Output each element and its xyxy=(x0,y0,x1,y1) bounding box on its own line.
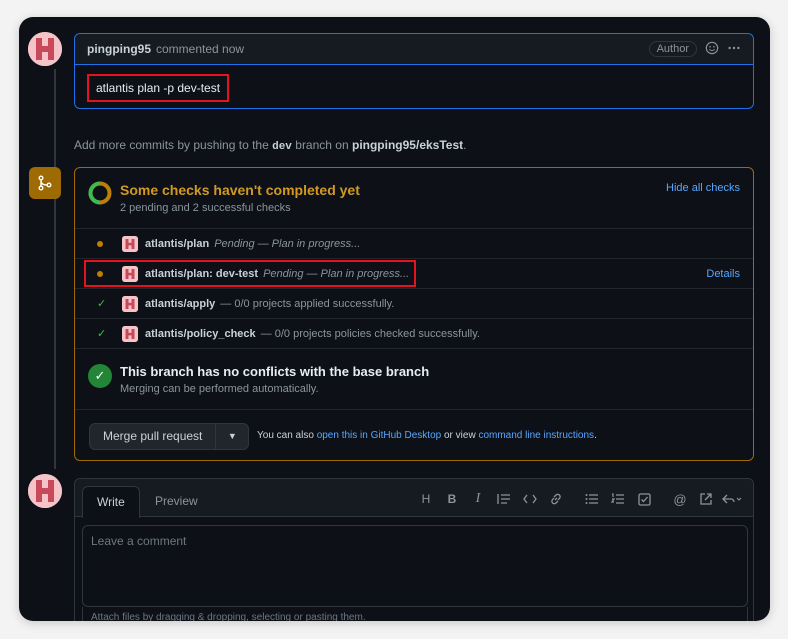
check-description: — 0/0 projects applied successfully. xyxy=(220,297,395,310)
check-icon: ✓ xyxy=(97,328,107,340)
code-icon[interactable] xyxy=(517,489,543,509)
markdown-toolbar: H B I @ xyxy=(413,489,745,509)
check-description: Pending — Plan in progress... xyxy=(214,237,361,250)
mention-icon[interactable]: @ xyxy=(667,489,693,509)
push-note-suffix: . xyxy=(463,138,467,152)
italic-icon[interactable]: I xyxy=(465,489,491,509)
checks-header: Some checks haven't completed yet 2 pend… xyxy=(75,168,753,229)
atlantis-app-icon xyxy=(122,235,138,252)
comment-text: atlantis plan -p dev-test xyxy=(87,74,230,102)
checks-title: Some checks haven't completed yet xyxy=(120,182,360,198)
checks-list: atlantis/plan Pending — Plan in progress.… xyxy=(75,229,753,349)
conflict-title: This branch has no conflicts with the ba… xyxy=(120,364,430,379)
check-row: ✓ atlantis/apply — 0/0 projects applied su… xyxy=(75,289,753,319)
check-name[interactable]: atlantis/apply xyxy=(145,298,215,310)
check-icon: ✓ xyxy=(97,298,107,310)
atlantis-app-icon xyxy=(122,295,138,312)
branch-name[interactable]: dev xyxy=(272,141,292,153)
merge-hint: You can also open this in GitHub Desktop… xyxy=(257,430,597,441)
push-note: Add more commits by pushing to the dev b… xyxy=(74,138,466,153)
merge-pull-request-button[interactable]: Merge pull request xyxy=(90,424,215,449)
cross-reference-icon[interactable] xyxy=(693,489,719,509)
open-in-desktop-link[interactable]: open this in GitHub Desktop xyxy=(317,430,442,441)
check-row: atlantis/plan Pending — Plan in progress.… xyxy=(75,229,753,259)
app-frame: pingping95 commented now Author atlantis… xyxy=(19,17,770,621)
tab-preview[interactable]: Preview xyxy=(141,486,212,518)
task-list-icon[interactable] xyxy=(631,489,657,509)
comment-tabbar: Write Preview H B I @ xyxy=(75,479,753,518)
git-merge-icon xyxy=(29,167,61,199)
comment-body: atlantis plan -p dev-test xyxy=(75,65,753,111)
timeline-line xyxy=(54,69,56,469)
commenter-avatar[interactable] xyxy=(28,32,62,66)
push-note-prefix: Add more commits by pushing to the xyxy=(74,138,269,152)
tab-write[interactable]: Write xyxy=(82,486,140,518)
ordered-list-icon[interactable] xyxy=(605,489,631,509)
kebab-menu-icon[interactable] xyxy=(727,41,741,58)
comment-timestamp[interactable]: commented now xyxy=(156,42,244,56)
heading-icon[interactable]: H xyxy=(413,489,439,509)
bold-icon[interactable]: B xyxy=(439,489,465,509)
merge-options-caret-icon[interactable]: ▼ xyxy=(215,424,248,449)
pending-dot-icon xyxy=(97,240,103,247)
attach-files-bar[interactable]: Attach files by dragging & dropping, sel… xyxy=(82,607,748,621)
conflict-subtitle: Merging can be performed automatically. xyxy=(120,383,319,395)
comment-header: pingping95 commented now Author xyxy=(75,34,753,65)
new-comment-box: Write Preview H B I @ Leave a comment At… xyxy=(74,478,754,621)
saved-reply-icon[interactable] xyxy=(719,489,745,509)
link-icon[interactable] xyxy=(543,489,569,509)
check-description: — 0/0 projects policies checked successf… xyxy=(260,327,480,340)
merge-hint-suffix: . xyxy=(594,430,597,441)
pending-dot-icon xyxy=(97,270,103,277)
merge-hint-middle: or view xyxy=(443,430,476,441)
check-row: atlantis/plan: dev-test Pending — Plan in… xyxy=(75,259,753,289)
check-name[interactable]: atlantis/plan xyxy=(145,238,209,250)
conflict-status: ✓ This branch has no conflicts with the … xyxy=(75,349,753,410)
hide-all-checks-link[interactable]: Hide all checks xyxy=(666,182,740,194)
atlantis-app-icon xyxy=(122,325,138,342)
merge-hint-prefix: You can also xyxy=(257,430,314,441)
atlantis-app-icon xyxy=(122,265,138,282)
checks-progress-ring-icon xyxy=(88,181,112,205)
check-name[interactable]: atlantis/policy_check xyxy=(145,328,256,340)
author-badge: Author xyxy=(648,41,697,57)
check-row: ✓ atlantis/policy_check — 0/0 projects pol… xyxy=(75,319,753,349)
merge-box: Some checks haven't completed yet 2 pend… xyxy=(74,167,754,461)
checks-subtitle: 2 pending and 2 successful checks xyxy=(120,202,291,214)
comment-textarea[interactable] xyxy=(82,525,748,607)
check-circle-icon: ✓ xyxy=(88,364,112,388)
check-description: Pending — Plan in progress... xyxy=(263,267,410,280)
unordered-list-icon[interactable] xyxy=(579,489,605,509)
quote-icon[interactable] xyxy=(491,489,517,509)
command-line-instructions-link[interactable]: command line instructions xyxy=(478,430,594,441)
check-details-link[interactable]: Details xyxy=(706,268,740,280)
repo-name[interactable]: pingping95/eksTest xyxy=(352,138,463,152)
comment-author[interactable]: pingping95 xyxy=(87,42,151,56)
push-note-middle: branch on xyxy=(295,138,349,152)
emoji-reaction-icon[interactable] xyxy=(705,41,719,58)
merge-action: Merge pull request ▼ You can also open t… xyxy=(75,410,753,462)
check-name[interactable]: atlantis/plan: dev-test xyxy=(145,268,258,280)
merge-button-group: Merge pull request ▼ xyxy=(89,423,250,450)
comment-card: pingping95 commented now Author atlantis… xyxy=(74,33,754,109)
current-user-avatar[interactable] xyxy=(28,474,62,508)
